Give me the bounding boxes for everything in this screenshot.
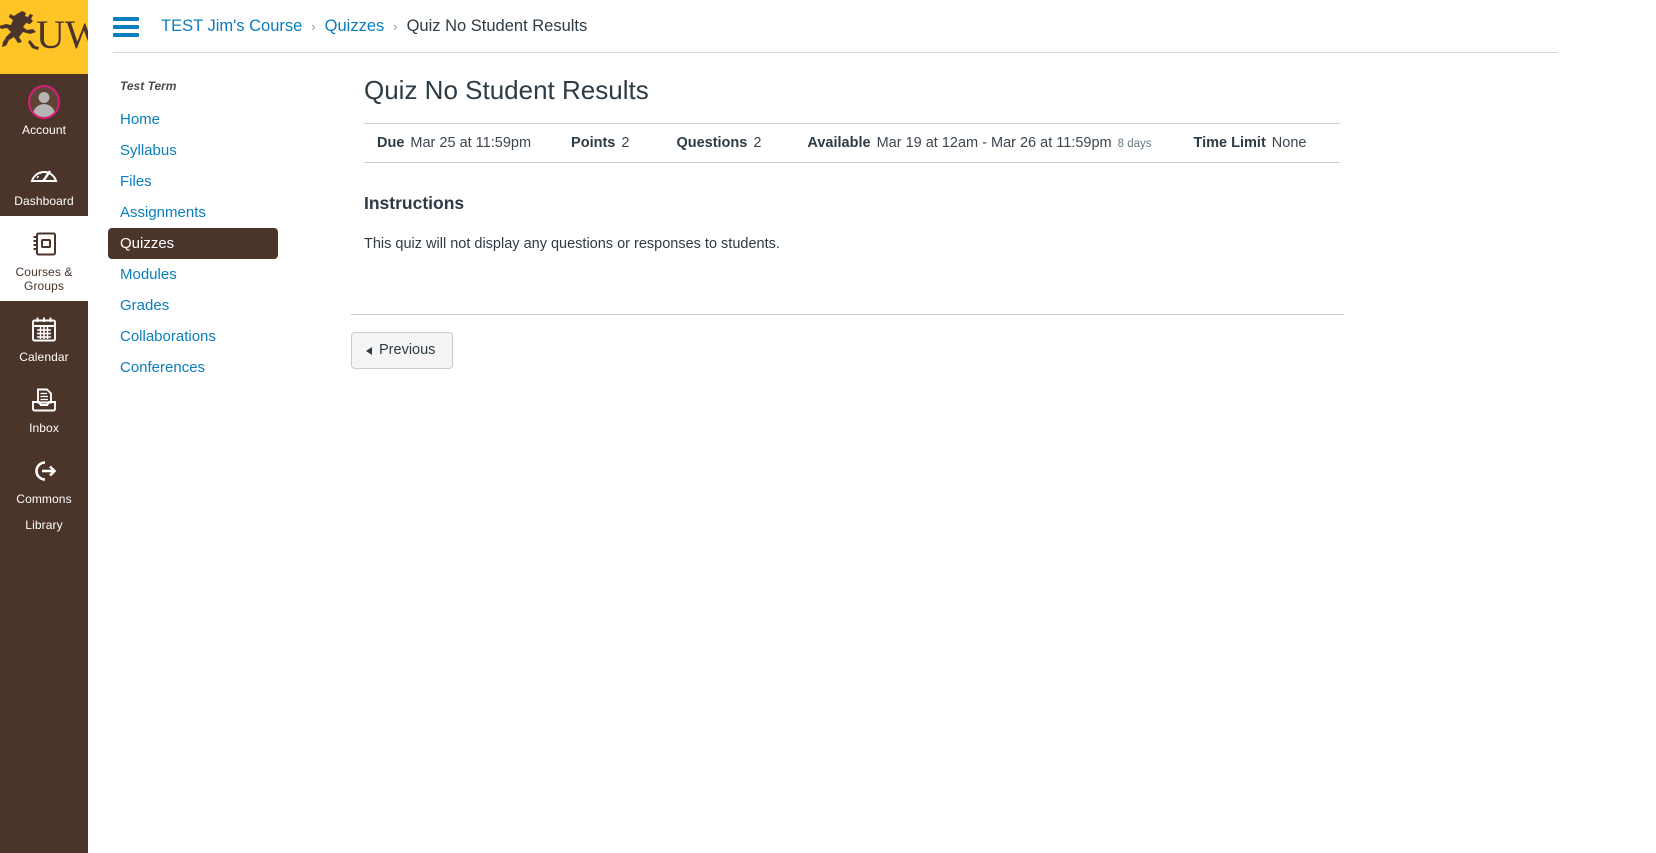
course-nav-list-item: Collaborations bbox=[108, 321, 278, 352]
course-nav-item-collaborations[interactable]: Collaborations bbox=[108, 321, 278, 352]
detail-points-label: Points bbox=[571, 135, 616, 151]
course-nav-list-item: Grades bbox=[108, 290, 278, 321]
course-nav-list: Home Syllabus Files Assignments Quizzes bbox=[108, 104, 278, 383]
course-nav-item-syllabus[interactable]: Syllabus bbox=[108, 135, 278, 166]
page-title: Quiz No Student Results bbox=[364, 75, 649, 105]
global-nav-item-commons[interactable]: Commons bbox=[0, 443, 88, 514]
detail-points-value: 2 bbox=[621, 135, 630, 151]
global-nav-label-library: Library bbox=[25, 518, 63, 532]
course-nav-item-modules[interactable]: Modules bbox=[108, 259, 278, 290]
course-nav-list-item: Syllabus bbox=[108, 135, 278, 166]
detail-points: Points 2 bbox=[571, 135, 629, 151]
detail-questions: Questions 2 bbox=[676, 135, 761, 151]
detail-due-label: Due bbox=[377, 135, 405, 151]
course-nav-list-item: Modules bbox=[108, 259, 278, 290]
global-nav-item-calendar[interactable]: Calendar bbox=[0, 301, 88, 372]
dashboard-icon bbox=[28, 157, 60, 189]
breadcrumb-item-current: Quiz No Student Results bbox=[406, 17, 588, 35]
detail-questions-label: Questions bbox=[676, 135, 748, 151]
avatar bbox=[28, 85, 60, 119]
course-nav-item-assignments[interactable]: Assignments bbox=[108, 197, 278, 228]
breadcrumb-separator-1: › bbox=[311, 19, 316, 34]
course-nav-list-item: Quizzes bbox=[108, 228, 278, 259]
breadcrumb: TEST Jim's Course › Quizzes › Quiz No St… bbox=[161, 17, 587, 36]
detail-available-duration: 8 days bbox=[1117, 138, 1152, 150]
inbox-icon bbox=[28, 384, 60, 416]
previous-button-label: Previous bbox=[379, 342, 436, 358]
uw-logo-icon: UW bbox=[0, 11, 88, 57]
avatar-icon bbox=[28, 85, 60, 119]
content-wrapper: Test Term Home Syllabus Files Assignment… bbox=[88, 53, 1656, 383]
quiz-details-bar: Due Mar 25 at 11:59pm Points 2 Questions… bbox=[364, 123, 1340, 163]
hamburger-menu-icon[interactable] bbox=[113, 16, 139, 37]
course-nav-item-home[interactable]: Home bbox=[108, 104, 278, 135]
course-nav-list-item: Files bbox=[108, 166, 278, 197]
topbar-divider bbox=[113, 52, 1558, 53]
calendar-icon bbox=[28, 313, 60, 345]
page-body: TEST Jim's Course › Quizzes › Quiz No St… bbox=[88, 0, 1656, 853]
detail-time-limit: Time Limit None bbox=[1194, 135, 1307, 151]
global-nav-label-inbox: Inbox bbox=[29, 421, 59, 435]
global-nav-label-calendar: Calendar bbox=[19, 350, 69, 364]
course-term-label: Test Term bbox=[120, 79, 177, 93]
course-nav-list-item: Home bbox=[108, 104, 278, 135]
pagination-controls: Previous bbox=[351, 332, 1378, 369]
detail-questions-value: 2 bbox=[753, 135, 762, 151]
global-nav-item-inbox[interactable]: Inbox bbox=[0, 372, 88, 443]
hamburger-bar-3 bbox=[113, 32, 139, 37]
uw-logo[interactable]: UW bbox=[0, 0, 88, 74]
global-nav-label-account: Account bbox=[21, 123, 67, 137]
global-nav-label-dashboard: Dashboard bbox=[14, 194, 74, 208]
course-nav-list-item: Conferences bbox=[108, 352, 278, 383]
breadcrumb-item-quizzes[interactable]: Quizzes bbox=[325, 17, 385, 36]
svg-text:UW: UW bbox=[36, 12, 88, 57]
detail-time-limit-value: None bbox=[1271, 135, 1307, 151]
canvas-quiz-page: UW Account Dashboard Courses & Groups Ca… bbox=[0, 0, 1656, 853]
caret-left-icon bbox=[366, 346, 372, 355]
course-nav-item-grades[interactable]: Grades bbox=[108, 290, 278, 321]
detail-due-value: Mar 25 at 11:59pm bbox=[410, 135, 532, 151]
instructions-text: This quiz will not display any questions… bbox=[364, 236, 780, 252]
course-nav-item-conferences[interactable]: Conferences bbox=[108, 352, 278, 383]
detail-available-value: Mar 19 at 12am - Mar 26 at 11:59pm bbox=[876, 135, 1112, 151]
commons-icon bbox=[28, 455, 60, 487]
avatar-body bbox=[33, 104, 55, 117]
detail-due: Due Mar 25 at 11:59pm bbox=[377, 135, 531, 151]
course-navigation: Test Term Home Syllabus Files Assignment… bbox=[88, 75, 278, 383]
course-nav-list-item: Assignments bbox=[108, 197, 278, 228]
global-nav-item-account[interactable]: Account bbox=[0, 74, 88, 145]
breadcrumb-item-course[interactable]: TEST Jim's Course bbox=[161, 17, 302, 36]
content-bottom-divider bbox=[351, 314, 1344, 315]
global-nav-item-courses-and-groups[interactable]: Courses & Groups bbox=[0, 216, 88, 301]
instructions-heading: Instructions bbox=[364, 193, 465, 213]
courses-icon bbox=[28, 228, 60, 260]
global-nav-item-library[interactable]: Library bbox=[0, 514, 88, 540]
course-nav-item-quizzes[interactable]: Quizzes bbox=[108, 228, 278, 259]
previous-button[interactable]: Previous bbox=[351, 332, 454, 369]
avatar-head bbox=[38, 92, 50, 103]
breadcrumb-separator-2: › bbox=[393, 19, 398, 34]
course-nav-item-files[interactable]: Files bbox=[108, 166, 278, 197]
detail-time-limit-label: Time Limit bbox=[1193, 135, 1266, 151]
detail-available: Available Mar 19 at 12am - Mar 26 at 11:… bbox=[807, 135, 1151, 151]
global-nav-label-commons: Commons bbox=[16, 492, 72, 506]
main-content: Quiz No Student Results Due Mar 25 at 11… bbox=[278, 75, 1378, 383]
global-navigation: UW Account Dashboard Courses & Groups Ca… bbox=[0, 0, 88, 853]
hamburger-bar-2 bbox=[113, 24, 139, 29]
detail-available-label: Available bbox=[807, 135, 871, 151]
topbar: TEST Jim's Course › Quizzes › Quiz No St… bbox=[88, 0, 1656, 53]
hamburger-bar-1 bbox=[113, 16, 139, 21]
global-nav-item-dashboard[interactable]: Dashboard bbox=[0, 145, 88, 216]
global-nav-label-courses-and-groups: Courses & Groups bbox=[15, 265, 73, 293]
